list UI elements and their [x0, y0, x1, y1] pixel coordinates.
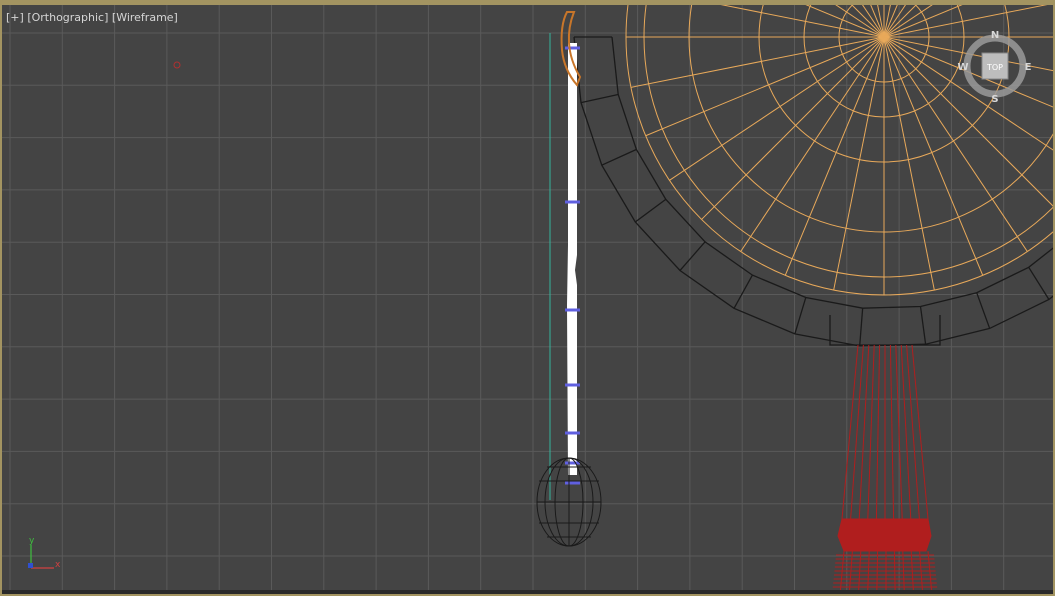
red-stand-wireframe[interactable]	[832, 344, 938, 595]
viewport-shading-menu[interactable]: [Wireframe]	[112, 11, 178, 24]
viewport-grid	[2, 5, 1053, 594]
orthographic-viewport[interactable]: y x TOP N S E W [+] [Orthographic] [Wire…	[0, 0, 1055, 596]
axis-x-label: x	[55, 560, 61, 570]
compass-west-label: W	[957, 62, 968, 73]
compass-north-label: N	[991, 30, 999, 41]
capsule-wireframe[interactable]	[536, 457, 602, 547]
viewport-bottom-edge	[2, 590, 1053, 594]
compass-south-label: S	[991, 94, 998, 105]
compass-east-label: E	[1025, 62, 1032, 73]
axis-y-label: y	[29, 536, 35, 546]
viewport-label-menu[interactable]: [+] [Orthographic] [Wireframe]	[6, 11, 178, 24]
axis-gizmo: y x	[28, 536, 61, 570]
view-cube-face-label: TOP	[986, 63, 1003, 72]
white-rod-object[interactable]	[565, 43, 580, 485]
viewport-view-menu[interactable]: [Orthographic]	[27, 11, 108, 24]
viewport-plus-menu[interactable]: [+]	[6, 11, 24, 24]
viewport-scene[interactable]: y x TOP N S E W	[2, 5, 1055, 596]
point-marker[interactable]	[173, 61, 181, 69]
